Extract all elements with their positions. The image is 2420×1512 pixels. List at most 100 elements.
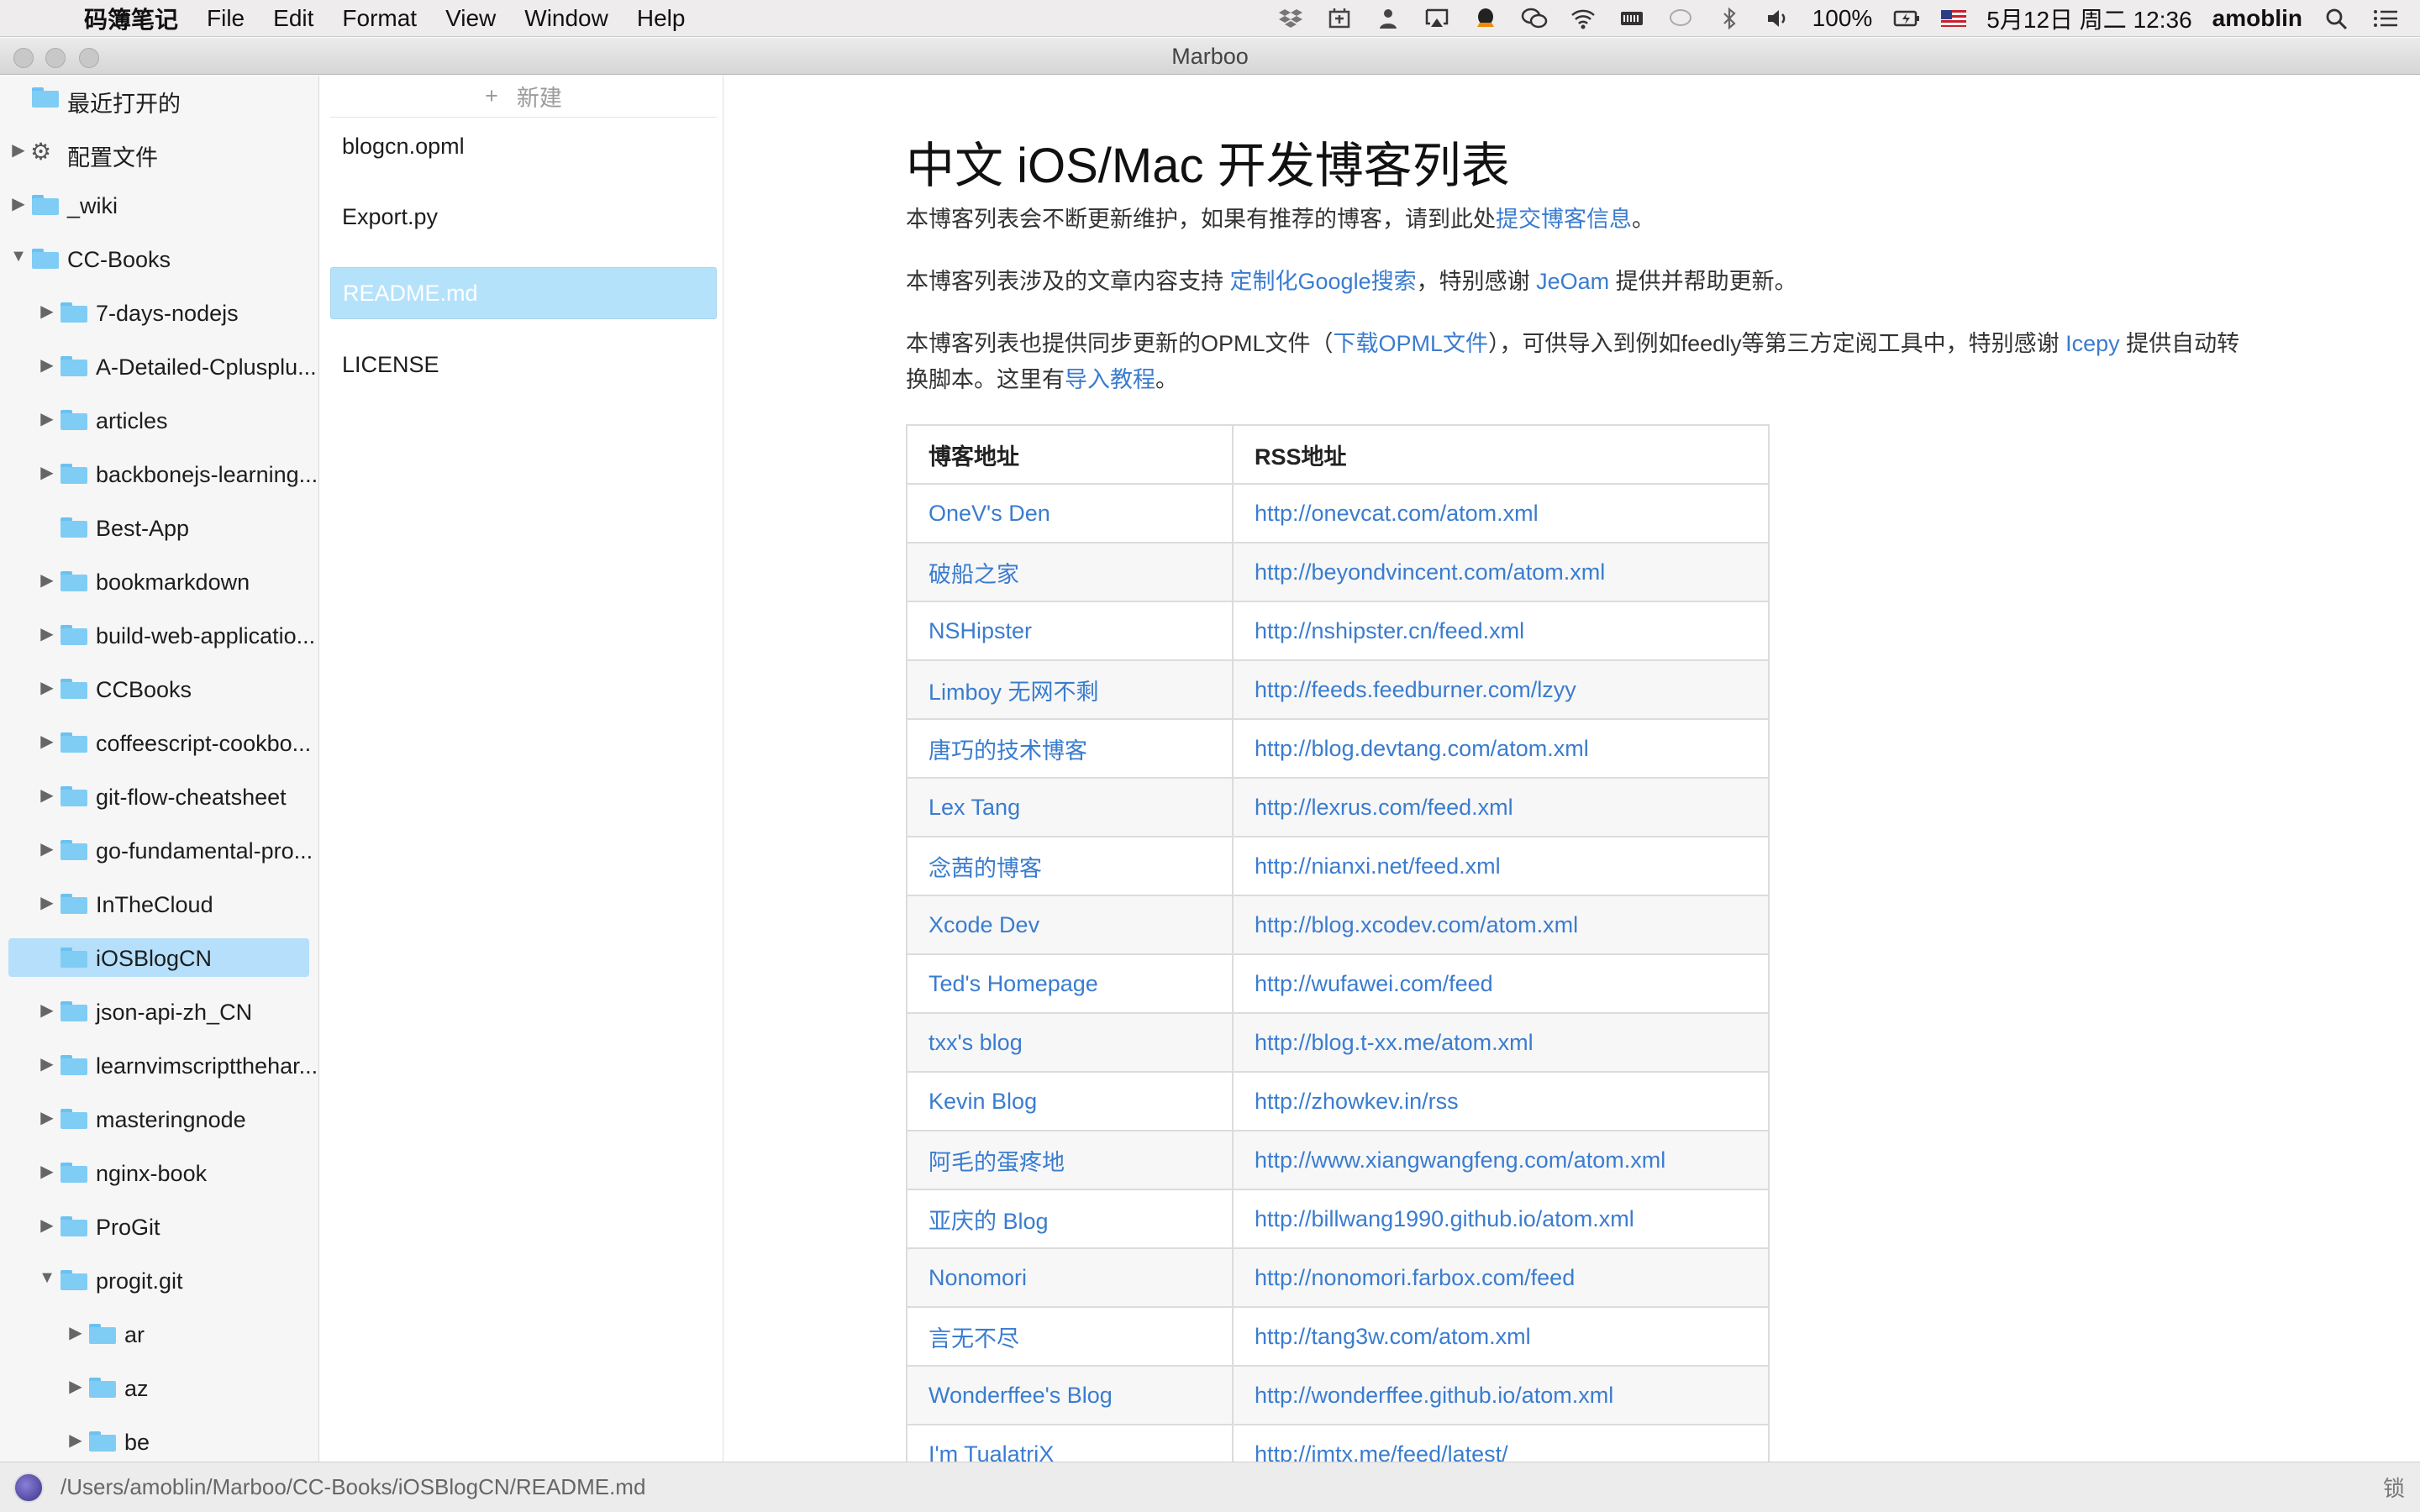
blog-link[interactable]: Xcode Dev: [929, 912, 1039, 937]
disclosure-open-icon[interactable]: ▼: [10, 247, 27, 266]
rss-link[interactable]: http://imtx.me/feed/latest/: [1255, 1441, 1508, 1462]
blog-link[interactable]: Limboy 无网不剩: [929, 680, 1099, 705]
disclosure-closed-icon[interactable]: ▶: [39, 838, 55, 859]
import-tutorial-link[interactable]: 导入教程: [1065, 367, 1155, 392]
sidebar-item-selected[interactable]: iOSBlogCN: [0, 936, 318, 990]
disclosure-closed-icon[interactable]: ▶: [67, 1430, 84, 1451]
sidebar-item[interactable]: ▼ progit.git: [0, 1258, 318, 1312]
blog-link[interactable]: 破船之家: [929, 562, 1019, 587]
disclosure-closed-icon[interactable]: ▶: [67, 1322, 84, 1343]
monitor-icon[interactable]: [1374, 6, 1402, 31]
rss-link[interactable]: http://onevcat.com/atom.xml: [1255, 501, 1539, 526]
wechat-icon[interactable]: [1520, 6, 1549, 31]
app-status-icon[interactable]: [1325, 6, 1354, 31]
disclosure-closed-icon[interactable]: ▶: [39, 1053, 55, 1074]
rss-link[interactable]: http://billwang1990.github.io/atom.xml: [1255, 1206, 1634, 1231]
sidebar-item[interactable]: ▶ A-Detailed-Cplusplu...: [0, 344, 318, 398]
file-item[interactable]: LICENSE: [330, 338, 717, 391]
sidebar-item[interactable]: ▶ build-web-applicatio...: [0, 613, 318, 667]
blog-link[interactable]: OneV's Den: [929, 501, 1050, 526]
sidebar-item[interactable]: ▶ coffeescript-cookbo...: [0, 721, 318, 774]
rss-link[interactable]: http://beyondvincent.com/atom.xml: [1255, 559, 1605, 585]
file-item-selected[interactable]: README.md: [330, 267, 717, 319]
blog-link[interactable]: 唐巧的技术博客: [929, 738, 1087, 764]
disclosure-closed-icon[interactable]: ▶: [39, 354, 55, 375]
blog-link[interactable]: 亚庆的 Blog: [929, 1209, 1049, 1234]
new-file-button[interactable]: + 新建: [330, 76, 717, 118]
blog-link[interactable]: Lex Tang: [929, 795, 1020, 820]
menu-format[interactable]: Format: [342, 5, 417, 32]
blog-link[interactable]: Kevin Blog: [929, 1089, 1037, 1114]
menu-view[interactable]: View: [445, 5, 496, 32]
notification-center-icon[interactable]: [2371, 6, 2400, 31]
disclosure-closed-icon[interactable]: ▶: [10, 139, 27, 160]
disclosure-closed-icon[interactable]: ▶: [39, 570, 55, 591]
blog-link[interactable]: Nonomori: [929, 1265, 1027, 1290]
rss-link[interactable]: http://zhowkev.in/rss: [1255, 1089, 1459, 1114]
menu-app-name[interactable]: 码簿笔记: [84, 2, 178, 35]
input-source-flag-icon[interactable]: [1941, 10, 1967, 27]
sidebar-item[interactable]: ▼ CC-Books: [0, 237, 318, 291]
disclosure-closed-icon[interactable]: ▶: [39, 408, 55, 429]
chat-bubble-icon[interactable]: [1666, 6, 1695, 31]
sidebar-item[interactable]: ▶ ar: [0, 1312, 318, 1366]
sidebar-item[interactable]: 最近打开的: [0, 76, 318, 129]
disclosure-closed-icon[interactable]: ▶: [39, 785, 55, 806]
rss-link[interactable]: http://blog.devtang.com/atom.xml: [1255, 736, 1589, 761]
user-name[interactable]: amoblin: [2212, 5, 2302, 32]
download-opml-link[interactable]: 下载OPML文件: [1334, 331, 1489, 356]
blog-link[interactable]: Ted's Homepage: [929, 971, 1098, 996]
rss-link[interactable]: http://wonderffee.github.io/atom.xml: [1255, 1383, 1613, 1408]
disclosure-open-icon[interactable]: ▼: [39, 1268, 55, 1288]
rss-link[interactable]: http://lexrus.com/feed.xml: [1255, 795, 1513, 820]
sidebar-item[interactable]: ▶ backbonejs-learning...: [0, 452, 318, 506]
sidebar-item[interactable]: ▶ ProGit: [0, 1205, 318, 1258]
sidebar-item[interactable]: ▶ nginx-book: [0, 1151, 318, 1205]
file-item[interactable]: blogcn.opml: [330, 119, 717, 173]
rss-link[interactable]: http://nianxi.net/feed.xml: [1255, 853, 1501, 879]
blog-link[interactable]: 言无不尽: [929, 1326, 1019, 1352]
spotlight-search-icon[interactable]: [2323, 6, 2351, 31]
disclosure-closed-icon[interactable]: ▶: [67, 1376, 84, 1397]
disclosure-closed-icon[interactable]: ▶: [39, 1161, 55, 1182]
sidebar-item[interactable]: ▶ git-flow-cheatsheet: [0, 774, 318, 828]
disclosure-closed-icon[interactable]: ▶: [39, 1000, 55, 1021]
disclosure-closed-icon[interactable]: ▶: [39, 677, 55, 698]
sidebar-item[interactable]: ▶ go-fundamental-pro...: [0, 828, 318, 882]
sidebar-item[interactable]: ▶ articles: [0, 398, 318, 452]
menu-window[interactable]: Window: [524, 5, 608, 32]
blog-link[interactable]: txx's blog: [929, 1030, 1023, 1055]
dropbox-icon[interactable]: [1276, 6, 1305, 31]
disclosure-closed-icon[interactable]: ▶: [39, 623, 55, 644]
sidebar-item[interactable]: ▶ InTheCloud: [0, 882, 318, 936]
sidebar-item[interactable]: ▶ bookmarkdown: [0, 559, 318, 613]
sidebar-item[interactable]: ▶ be: [0, 1420, 318, 1462]
sidebar-item[interactable]: ▶ json-api-zh_CN: [0, 990, 318, 1043]
sidebar-item[interactable]: ▶ learnvimscriptthehar...: [0, 1043, 318, 1097]
rss-link[interactable]: http://www.xiangwangfeng.com/atom.xml: [1255, 1147, 1665, 1173]
google-search-link[interactable]: 定制化Google搜索: [1230, 269, 1417, 294]
submit-blog-link[interactable]: 提交博客信息: [1496, 207, 1632, 232]
keyboard-icon[interactable]: [1618, 6, 1646, 31]
sidebar-item[interactable]: ▶ az: [0, 1366, 318, 1420]
lock-button[interactable]: 锁: [2383, 1472, 2405, 1503]
clock[interactable]: 5月12日 周二 12:36: [1986, 2, 2191, 35]
sidebar-item[interactable]: ▶ 7-days-nodejs: [0, 291, 318, 344]
blog-link[interactable]: Wonderffee's Blog: [929, 1383, 1113, 1408]
rss-link[interactable]: http://nshipster.cn/feed.xml: [1255, 618, 1524, 643]
sidebar-item[interactable]: ▶ ⚙ 配置文件: [0, 129, 318, 183]
rss-link[interactable]: http://tang3w.com/atom.xml: [1255, 1324, 1531, 1349]
disclosure-closed-icon[interactable]: ▶: [39, 1107, 55, 1128]
rss-link[interactable]: http://blog.xcodev.com/atom.xml: [1255, 912, 1578, 937]
disclosure-closed-icon[interactable]: ▶: [10, 193, 27, 214]
jeoam-link[interactable]: JeOam: [1536, 269, 1609, 294]
bluetooth-icon[interactable]: [1715, 6, 1744, 31]
sidebar-item[interactable]: ▶ CCBooks: [0, 667, 318, 721]
sidebar-item[interactable]: ▶ masteringnode: [0, 1097, 318, 1151]
battery-icon[interactable]: [1892, 6, 1921, 31]
disclosure-closed-icon[interactable]: ▶: [39, 301, 55, 322]
disclosure-closed-icon[interactable]: ▶: [39, 1215, 55, 1236]
disclosure-closed-icon[interactable]: ▶: [39, 892, 55, 913]
rss-link[interactable]: http://feeds.feedburner.com/lzyy: [1255, 677, 1576, 702]
file-item[interactable]: Export.py: [330, 190, 717, 244]
